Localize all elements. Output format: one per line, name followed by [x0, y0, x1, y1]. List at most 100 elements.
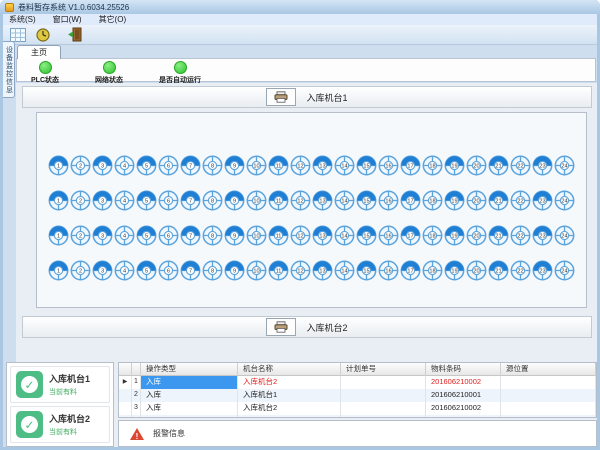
- reel-slot: 23: [532, 260, 553, 281]
- menu-system[interactable]: 系统(S): [9, 14, 36, 25]
- reel-slot: 6: [158, 155, 179, 176]
- column-header[interactable]: [132, 363, 141, 376]
- reel-slot: 17: [400, 225, 421, 246]
- machine2-card-status: 当前有料: [49, 427, 90, 437]
- table-cell[interactable]: 201606210002: [426, 402, 501, 415]
- svg-text:23: 23: [539, 269, 545, 275]
- column-header[interactable]: 操作类型: [141, 363, 238, 376]
- machine1-status-card[interactable]: ✓ 入库机台1 当前有料: [10, 366, 110, 403]
- machine2-status-card[interactable]: ✓ 入库机台2 当前有料: [10, 406, 110, 443]
- table-cell[interactable]: 入库: [141, 376, 238, 389]
- row-marker: ▶: [119, 376, 132, 389]
- table-cell[interactable]: [501, 415, 596, 418]
- alarm-panel[interactable]: ! 报警信息: [118, 420, 597, 447]
- table-cell[interactable]: [501, 389, 596, 402]
- svg-text:9: 9: [233, 269, 236, 275]
- status-panel: PLC状态 网络状态 是否自动运行: [16, 58, 596, 82]
- table-cell[interactable]: 入库: [141, 389, 238, 402]
- window-title: 卷料暂存系统 V1.0.6034.25526: [18, 2, 129, 13]
- table-cell[interactable]: [141, 415, 238, 418]
- reel-slot: 15: [356, 190, 377, 211]
- svg-text:14: 14: [341, 199, 347, 205]
- svg-text:22: 22: [517, 199, 523, 205]
- row-number: 2: [132, 389, 141, 402]
- svg-text:11: 11: [276, 269, 282, 275]
- exit-door-icon[interactable]: [65, 26, 85, 43]
- svg-text:20: 20: [473, 269, 479, 275]
- svg-text:2: 2: [79, 269, 82, 275]
- table-cell[interactable]: [426, 415, 501, 418]
- svg-text:8: 8: [211, 199, 214, 205]
- reel-slot: 5: [136, 155, 157, 176]
- reel-slot: 6: [158, 260, 179, 281]
- machine1-card-status: 当前有料: [49, 387, 90, 397]
- print-button-machine2[interactable]: [266, 318, 296, 336]
- svg-text:15: 15: [363, 269, 369, 275]
- reel-slot: 13: [312, 225, 333, 246]
- slot-row: 123456789101112131415161718192021222324: [37, 260, 586, 281]
- reel-slot: 2: [70, 155, 91, 176]
- table-cell[interactable]: [238, 415, 341, 418]
- svg-text:6: 6: [167, 199, 170, 205]
- svg-text:15: 15: [363, 199, 369, 205]
- svg-text:19: 19: [451, 269, 457, 275]
- svg-text:!: !: [136, 431, 139, 440]
- reel-slot: 3: [92, 260, 113, 281]
- tab-home[interactable]: 主页: [17, 45, 61, 59]
- svg-text:14: 14: [341, 269, 347, 275]
- svg-text:7: 7: [189, 199, 192, 205]
- table-row[interactable]: ▶1入库入库机台2201606210002: [119, 376, 596, 389]
- table-cell[interactable]: 入库机台2: [238, 376, 341, 389]
- table-cell[interactable]: 201606210001: [426, 389, 501, 402]
- svg-text:20: 20: [473, 234, 479, 240]
- reel-slot: 24: [554, 155, 575, 176]
- table-cell[interactable]: 入库机台2: [238, 402, 341, 415]
- reel-slot: 11: [268, 155, 289, 176]
- table-cell[interactable]: [341, 389, 426, 402]
- reel-slot: 3: [92, 225, 113, 246]
- reel-slot: 17: [400, 155, 421, 176]
- reel-slot: 14: [334, 155, 355, 176]
- app-icon: [5, 3, 14, 12]
- menu-other[interactable]: 其它(O): [99, 14, 127, 25]
- table-cell[interactable]: [501, 376, 596, 389]
- side-collapsed-tab[interactable]: 设备监控信息: [3, 41, 15, 98]
- warning-icon: !: [129, 427, 145, 441]
- table-cell[interactable]: [341, 402, 426, 415]
- print-button-machine1[interactable]: [266, 88, 296, 106]
- svg-text:16: 16: [385, 269, 391, 275]
- table-cell[interactable]: [341, 376, 426, 389]
- table-cell[interactable]: 入库: [141, 402, 238, 415]
- column-header[interactable]: 物料条码: [426, 363, 501, 376]
- reel-slot: 24: [554, 225, 575, 246]
- reel-slot: 11: [268, 190, 289, 211]
- column-header[interactable]: [119, 363, 132, 376]
- reel-slot: 10: [246, 260, 267, 281]
- column-header[interactable]: 机台名称: [238, 363, 341, 376]
- reel-slot: 22: [510, 155, 531, 176]
- reel-slot: 18: [422, 260, 443, 281]
- table-cell[interactable]: [501, 402, 596, 415]
- table-cell[interactable]: 入库机台1: [238, 389, 341, 402]
- check-icon: ✓: [16, 411, 43, 438]
- reel-slot: 12: [290, 260, 311, 281]
- machine1-title: 入库机台1: [306, 91, 347, 104]
- reel-slot: 6: [158, 225, 179, 246]
- column-header[interactable]: 源位置: [501, 363, 596, 376]
- svg-text:21: 21: [495, 199, 501, 205]
- storage-grid: 1234567891011121314151617181920212223241…: [36, 112, 587, 308]
- svg-text:5: 5: [145, 234, 148, 240]
- column-header[interactable]: 计划单号: [341, 363, 426, 376]
- reel-slot: 16: [378, 225, 399, 246]
- menu-window[interactable]: 窗口(W): [53, 14, 82, 25]
- reel-slot: 5: [136, 260, 157, 281]
- table-row[interactable]: 3入库入库机台2201606210002: [119, 402, 596, 415]
- table-cell[interactable]: [341, 415, 426, 418]
- table-row[interactable]: 2入库入库机台1 201606210001: [119, 389, 596, 402]
- reel-slot: 10: [246, 190, 267, 211]
- table-row[interactable]: 4: [119, 415, 596, 418]
- reel-slot: 16: [378, 155, 399, 176]
- clock-icon[interactable]: [33, 26, 53, 43]
- table-cell[interactable]: 201606210002: [426, 376, 501, 389]
- reel-slot: 15: [356, 155, 377, 176]
